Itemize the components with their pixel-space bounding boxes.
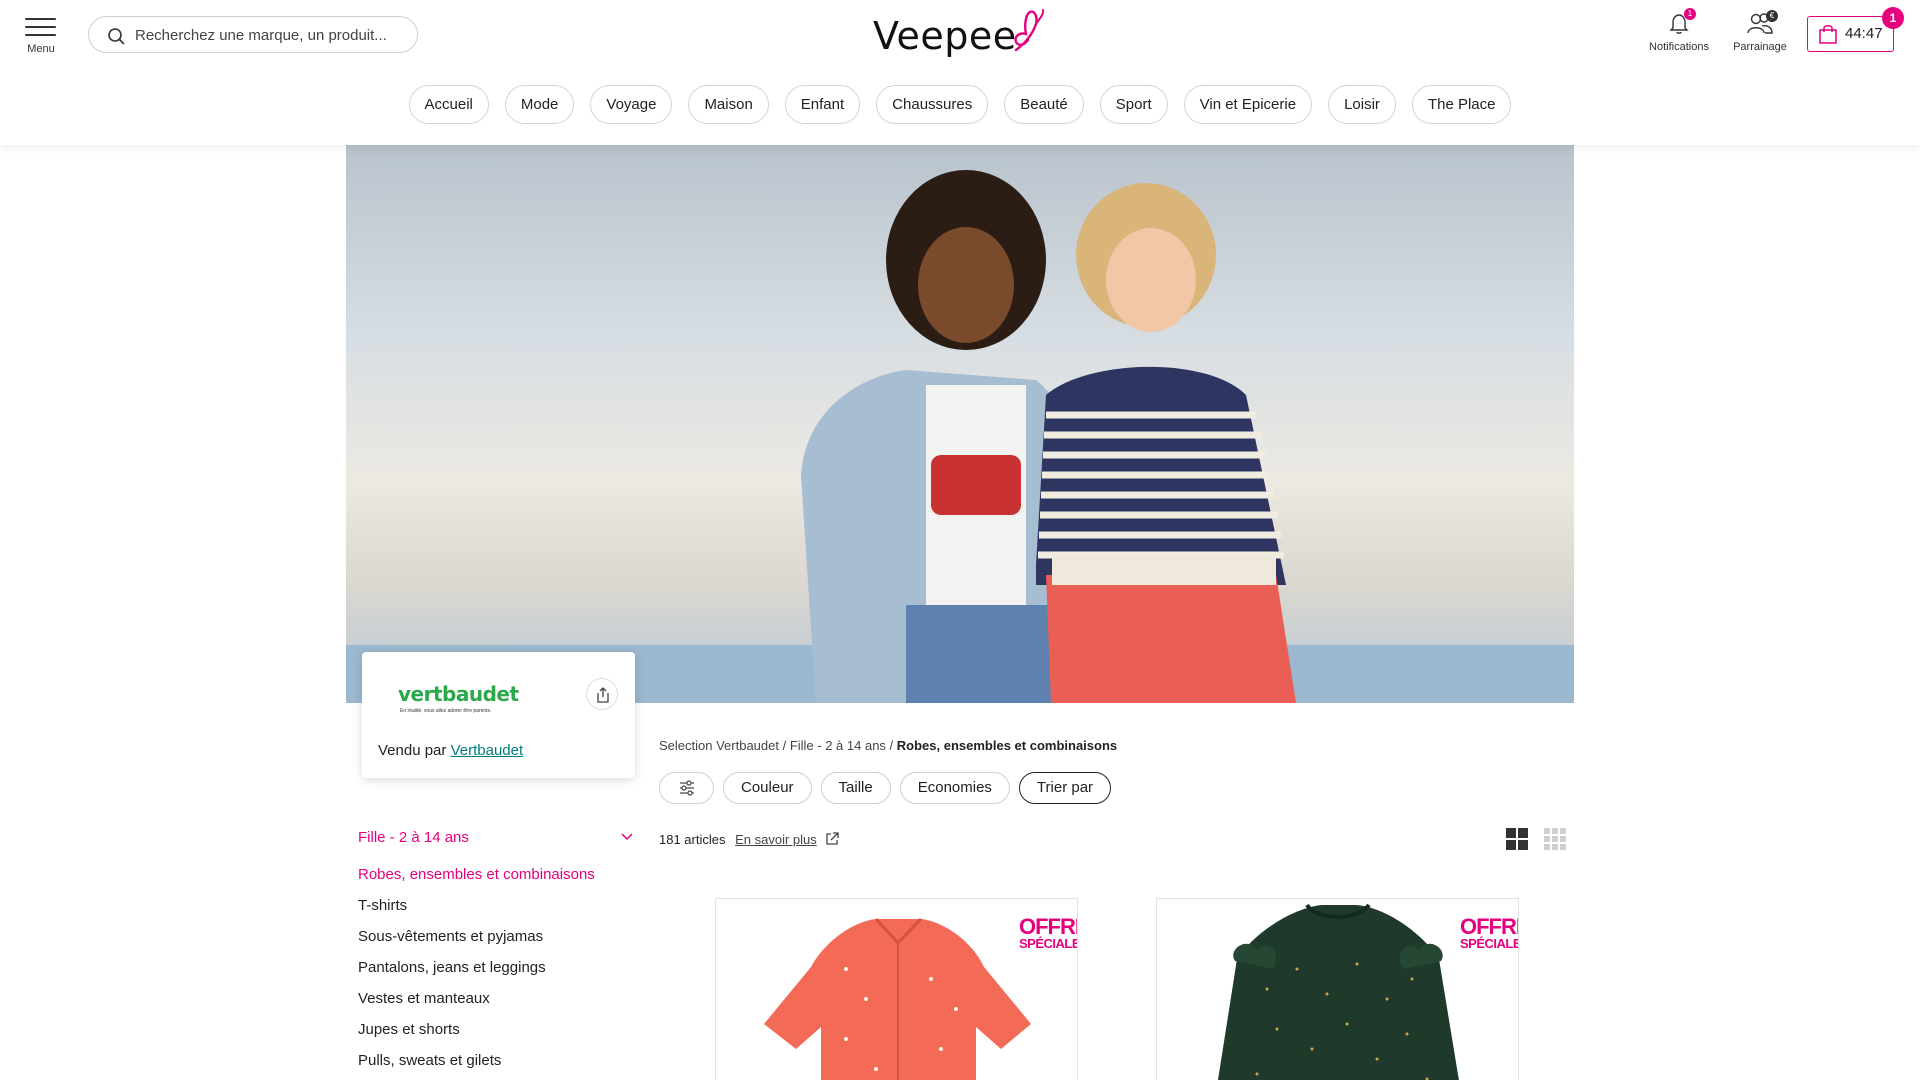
logo-text: Veepee xyxy=(873,14,1017,58)
site-header: Menu Veepee 1 Notifications € Parrain xyxy=(0,0,1920,145)
breadcrumb: Selection Vertbaudet / Fille - 2 à 14 an… xyxy=(659,738,1118,753)
referral-label: Parrainage xyxy=(1733,41,1787,53)
menu-label: Menu xyxy=(27,43,55,55)
subcategory-item-robes[interactable]: Robes, ensembles et combinaisons xyxy=(358,866,595,897)
cart-button[interactable]: 44:47 1 xyxy=(1807,7,1904,52)
sold-by-prefix: Vendu par xyxy=(378,742,447,759)
subcategory-item-pantalons[interactable]: Pantalons, jeans et leggings xyxy=(358,959,595,990)
sold-by: Vendu par Vertbaudet xyxy=(378,742,523,759)
subcategory-item-vestes[interactable]: Vestes et manteaux xyxy=(358,990,595,1021)
search-bar[interactable] xyxy=(88,16,418,53)
notifications-badge: 1 xyxy=(1684,8,1696,20)
product-card[interactable]: OFFRE SPÉCIALE xyxy=(1156,898,1519,1080)
special-offer-badge: OFFRE SPÉCIALE xyxy=(1460,914,1519,951)
nav-chaussures[interactable]: Chaussures xyxy=(876,85,989,124)
sort-button[interactable]: Trier par xyxy=(1018,772,1112,804)
menu-button[interactable]: Menu xyxy=(22,16,60,58)
results-count: 181 articles En savoir plus xyxy=(659,831,840,847)
nav-voyage[interactable]: Voyage xyxy=(590,85,673,124)
nav-accueil[interactable]: Accueil xyxy=(408,85,489,124)
chevron-down-icon xyxy=(621,833,633,841)
grid-large-icon[interactable] xyxy=(1505,827,1529,851)
butterfly-icon xyxy=(1014,9,1045,52)
filter-size[interactable]: Taille xyxy=(820,772,891,804)
external-link-icon[interactable] xyxy=(824,831,840,847)
article-count: 181 articles xyxy=(659,832,726,847)
subcategory-item-pulls[interactable]: Pulls, sweats et gilets xyxy=(358,1052,595,1080)
banner-photo xyxy=(346,170,1574,703)
subcategory-item-sous-vetements[interactable]: Sous-vêtements et pyjamas xyxy=(358,928,595,959)
nav-maison[interactable]: Maison xyxy=(688,85,769,124)
seller-card: vertbaudet En réalité, vous allez adorer… xyxy=(362,652,635,778)
nav-sport[interactable]: Sport xyxy=(1099,85,1168,124)
nav-mode[interactable]: Mode xyxy=(504,85,575,124)
brand-tagline: En réalité, vous allez adorer être paren… xyxy=(400,708,492,714)
special-offer-badge: OFFRE SPÉCIALE xyxy=(1019,914,1078,951)
category-heading-label: Fille - 2 à 14 ans xyxy=(358,829,469,846)
nav-vin-epicerie[interactable]: Vin et Epicerie xyxy=(1183,85,1313,124)
brand-banner xyxy=(346,145,1574,703)
search-icon xyxy=(108,28,125,45)
cart-count-badge: 1 xyxy=(1882,7,1904,29)
subcategory-item-tshirts[interactable]: T-shirts xyxy=(358,897,595,928)
notifications-label: Notifications xyxy=(1649,41,1709,53)
referral-button[interactable]: € Parrainage xyxy=(1722,10,1798,53)
breadcrumb-category[interactable]: Fille - 2 à 14 ans xyxy=(790,738,886,753)
cart-timer: 44:47 xyxy=(1845,25,1883,42)
vertbaudet-logo: vertbaudet xyxy=(398,682,519,706)
seller-link[interactable]: Vertbaudet xyxy=(451,742,524,759)
filter-color[interactable]: Couleur xyxy=(723,772,812,804)
notifications-button[interactable]: 1 Notifications xyxy=(1642,8,1716,53)
product-card[interactable]: OFFRE SPÉCIALE xyxy=(715,898,1078,1080)
nav-beaute[interactable]: Beauté xyxy=(1004,85,1084,124)
shopping-bag-icon xyxy=(1819,25,1837,44)
breadcrumb-selection[interactable]: Selection Vertbaudet xyxy=(659,738,779,753)
grid-small-icon[interactable] xyxy=(1543,827,1567,851)
subcategory-item-jupes[interactable]: Jupes et shorts xyxy=(358,1021,595,1052)
hamburger-icon xyxy=(25,18,56,42)
category-heading[interactable]: Fille - 2 à 14 ans xyxy=(358,829,634,846)
veepee-logo[interactable]: Veepee xyxy=(873,6,1048,60)
breadcrumb-current: Robes, ensembles et combinaisons xyxy=(896,738,1118,753)
filter-bar: Couleur Taille Economies Trier par xyxy=(659,772,1120,804)
sliders-icon xyxy=(680,780,694,796)
search-input[interactable] xyxy=(135,23,405,47)
learn-more-link[interactable]: En savoir plus xyxy=(735,832,817,847)
nav-the-place[interactable]: The Place xyxy=(1411,85,1512,124)
share-icon xyxy=(597,687,609,703)
share-button[interactable] xyxy=(586,678,618,710)
all-filters-button[interactable] xyxy=(659,772,714,804)
subcategory-list: Robes, ensembles et combinaisons T-shirt… xyxy=(358,866,595,1080)
filter-savings[interactable]: Economies xyxy=(899,772,1010,804)
category-nav: Accueil Mode Voyage Maison Enfant Chaussures B… xyxy=(0,85,1920,125)
nav-loisir[interactable]: Loisir xyxy=(1328,85,1396,124)
nav-enfant[interactable]: Enfant xyxy=(784,85,861,124)
referral-badge: € xyxy=(1766,10,1778,22)
